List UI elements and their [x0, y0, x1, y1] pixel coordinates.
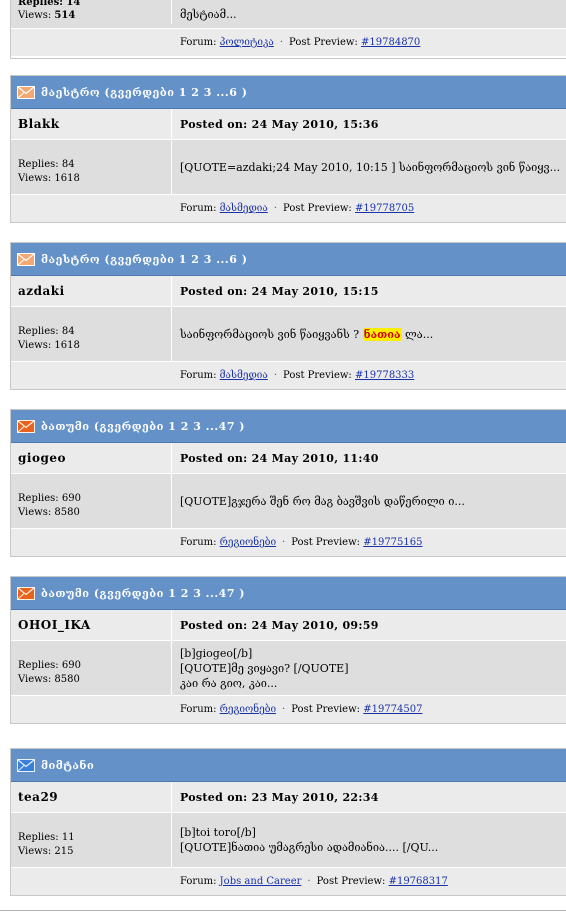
post-preview-text: მესტიამ...	[180, 7, 237, 21]
posted-date: Posted on: 24 May 2010, 09:59	[180, 618, 379, 632]
forum-link[interactable]: პოლიტიკა	[220, 37, 274, 48]
search-highlight: ნათია	[362, 327, 402, 341]
forum-link[interactable]: რეგიონები	[220, 537, 276, 548]
forum-label: Forum:	[180, 704, 217, 715]
post-author[interactable]: giogeo	[18, 451, 66, 465]
forum-label: Forum:	[180, 876, 217, 887]
forum-label: Forum:	[180, 370, 217, 381]
post-preview-line: კაი რა გიო, კაი...	[180, 676, 278, 690]
post-stats: Replies: 690 Views: 8580	[11, 641, 172, 695]
post-preview-line: [QUOTE]მე ვიყავი? [/QUOTE]	[180, 661, 349, 675]
post-preview-label: Post Preview:	[289, 37, 358, 48]
post-preview-line: საინფორმაციოს ვინ წაიყვანს ? ნათია ლა...	[180, 327, 434, 341]
post-stats: Replies: 11 Views: 215	[11, 813, 172, 867]
views-count: Views: 8580	[18, 507, 80, 518]
post-preview-line: [b]toi toro[/b]	[180, 826, 256, 839]
post-preview-line: [QUOTE]ნათია უმაგრესი ადამიანია.... [/QU…	[180, 841, 439, 854]
post-preview-text: [b]toi toro[/b] [QUOTE]ნათია უმაგრესი ადა…	[172, 813, 566, 867]
forum-label: Forum:	[180, 203, 217, 214]
post-result: ბათუმი (გვერდები 1 2 3 ...47 ) giogeo Post…	[10, 409, 566, 557]
posted-date: Posted on: 24 May 2010, 11:40	[180, 451, 379, 465]
views-count: Views: 215	[18, 846, 74, 857]
post-preview-label: Post Preview:	[316, 876, 386, 887]
replies-count: Replies: 14	[18, 0, 81, 8]
forum-link[interactable]: Jobs and Career	[220, 876, 302, 887]
topic-header: მაესტრო (გვერდები 1 2 3 ...6 )	[11, 76, 566, 109]
post-preview-text: [b]giogeo[/b] [QUOTE]მე ვიყავი? [/QUOTE] კ…	[172, 641, 566, 695]
post-author[interactable]: Blakk	[18, 117, 60, 131]
posted-date: Posted on: 24 May 2010, 15:15	[180, 284, 379, 298]
post-preview-label: Post Preview:	[291, 537, 361, 548]
topic-title[interactable]: ბათუმი (გვერდები 1 2 3 ...47 )	[41, 587, 245, 600]
post-preview-link[interactable]: #19778333	[355, 370, 414, 381]
views-count: Views: 514	[18, 10, 76, 21]
post-preview-label: Post Preview:	[283, 203, 352, 214]
replies-count: Replies: 84	[18, 159, 75, 170]
post-author[interactable]: OHOI_IKA	[18, 618, 91, 632]
post-preview-link[interactable]: #19784870	[361, 37, 420, 48]
topic-header: ბათუმი (გვერდები 1 2 3 ...47 )	[11, 577, 566, 610]
divider	[0, 910, 566, 911]
post-stats: Replies: 690 Views: 8580	[11, 474, 172, 528]
post-stats: Replies: 14 Views: 514	[11, 0, 172, 24]
envelope-icon	[17, 85, 35, 99]
post-stats: Replies: 84 Views: 1618	[11, 307, 172, 361]
replies-count: Replies: 11	[18, 832, 75, 843]
post-preview-line: [b]giogeo[/b]	[180, 646, 253, 660]
topic-title[interactable]: მიმტანი	[41, 759, 94, 772]
topic-header: მაესტრო (გვერდები 1 2 3 ...6 )	[11, 243, 566, 276]
post-preview-line: [QUOTE]გჯერა შენ რო მაგ ბავშვის დაწერილი…	[180, 494, 465, 508]
post-fragment-top: Replies: 14 Views: 514 მესტიამ... Forum:…	[10, 0, 566, 59]
post-result: ბათუმი (გვერდები 1 2 3 ...47 ) OHOI_IKA Po…	[10, 576, 566, 724]
post-preview-link[interactable]: #19774507	[363, 704, 422, 715]
post-preview-line: [QUOTE=azdaki;24 May 2010, 10:15 ] საინფ…	[180, 160, 561, 174]
post-stats: Replies: 84 Views: 1618	[11, 140, 172, 194]
topic-title[interactable]: მაესტრო (გვერდები 1 2 3 ...6 )	[41, 86, 247, 99]
envelope-icon	[17, 252, 35, 266]
envelope-icon	[17, 758, 35, 772]
post-preview-text: [QUOTE=azdaki;24 May 2010, 10:15 ] საინფ…	[172, 140, 566, 194]
envelope-icon	[17, 586, 35, 600]
posted-date: Posted on: 24 May 2010, 15:36	[180, 117, 379, 131]
replies-count: Replies: 690	[18, 493, 81, 504]
forum-link[interactable]: რეგიონები	[220, 704, 276, 715]
post-author[interactable]: tea29	[18, 790, 58, 804]
replies-count: Replies: 690	[18, 660, 81, 671]
envelope-icon	[17, 419, 35, 433]
post-preview-link[interactable]: #19768317	[389, 876, 448, 887]
post-preview-link[interactable]: #19775165	[363, 537, 422, 548]
post-author[interactable]: azdaki	[18, 284, 65, 298]
replies-count: Replies: 84	[18, 326, 75, 337]
forum-link[interactable]: მასმედია	[220, 370, 268, 381]
forum-label: Forum:	[180, 37, 217, 48]
post-preview-text: საინფორმაციოს ვინ წაიყვანს ? ნათია ლა...	[172, 307, 566, 361]
topic-title[interactable]: მაესტრო (გვერდები 1 2 3 ...6 )	[41, 253, 247, 266]
post-preview-label: Post Preview:	[291, 704, 361, 715]
post-preview-link[interactable]: #19778705	[355, 203, 414, 214]
topic-header: მიმტანი	[11, 749, 566, 782]
posted-date: Posted on: 23 May 2010, 22:34	[180, 790, 379, 804]
forum-link[interactable]: მასმედია	[220, 203, 268, 214]
post-result: მაესტრო (გვერდები 1 2 3 ...6 ) azdaki Post…	[10, 242, 566, 390]
topic-title[interactable]: ბათუმი (გვერდები 1 2 3 ...47 )	[41, 420, 245, 433]
views-count: Views: 1618	[18, 340, 80, 351]
forum-label: Forum:	[180, 537, 217, 548]
topic-header: ბათუმი (გვერდები 1 2 3 ...47 )	[11, 410, 566, 443]
post-preview-label: Post Preview:	[283, 370, 352, 381]
views-count: Views: 1618	[18, 173, 80, 184]
post-result: მიმტანი tea29 Posted on: 23 May 2010, 22:3…	[10, 748, 566, 896]
post-preview-text: [QUOTE]გჯერა შენ რო მაგ ბავშვის დაწერილი…	[172, 474, 566, 528]
views-count: Views: 8580	[18, 674, 80, 685]
post-result: მაესტრო (გვერდები 1 2 3 ...6 ) Blakk Poste…	[10, 75, 566, 223]
